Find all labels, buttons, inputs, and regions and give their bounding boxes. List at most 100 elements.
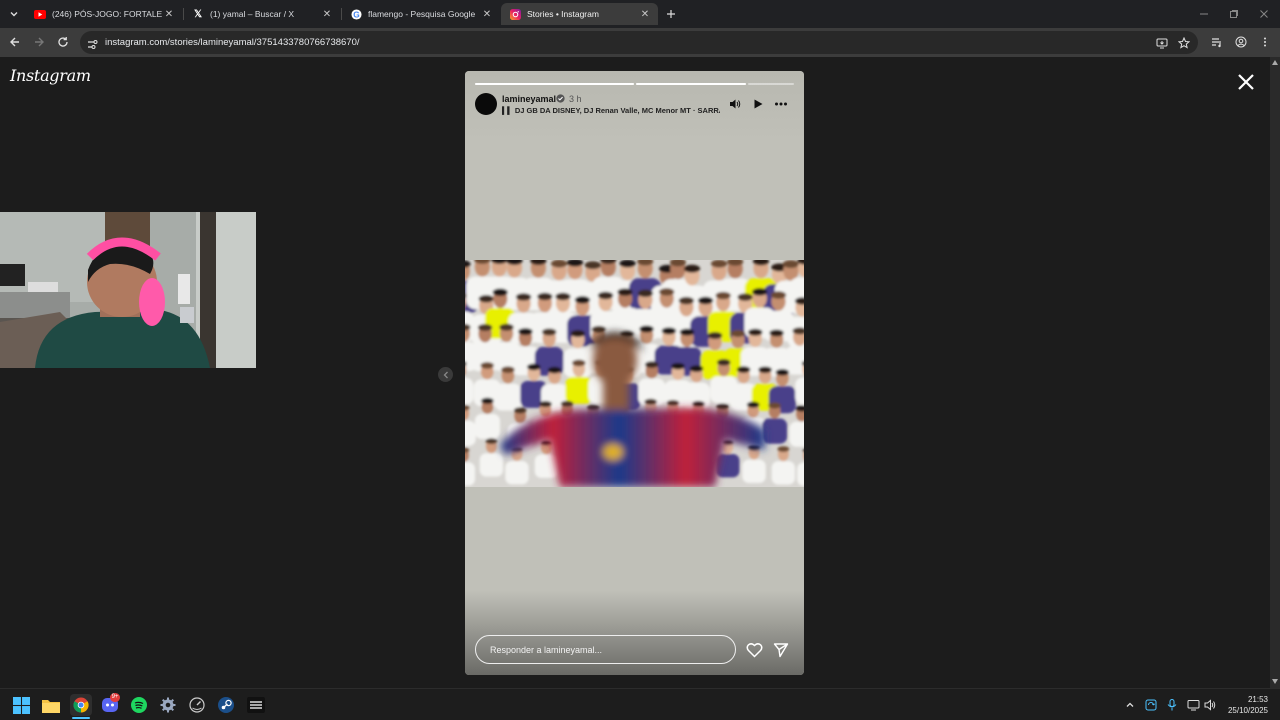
tab-strip: (246) PÓS-JOGO: FORTALEZA X ✕ 𝕏 (1) yama…: [0, 0, 1280, 28]
close-icon[interactable]: ✕: [320, 9, 334, 20]
taskbar-clock[interactable]: 21:53 25/10/2025: [1228, 694, 1268, 716]
speedometer-icon: [189, 697, 205, 713]
forward-button[interactable]: [31, 34, 47, 50]
chrome-icon: [73, 697, 89, 713]
svg-text:G: G: [353, 10, 359, 19]
instagram-logo[interactable]: Instagram: [10, 66, 91, 85]
play-icon: [754, 99, 763, 109]
page-scrollbar[interactable]: [1270, 57, 1280, 688]
app-button[interactable]: [187, 695, 207, 715]
folder-icon: [42, 699, 60, 713]
close-icon: [1260, 10, 1268, 18]
volume-tray-button[interactable]: [1200, 695, 1220, 715]
play-button[interactable]: [752, 97, 764, 115]
file-explorer-button[interactable]: [41, 695, 61, 715]
verified-badge-icon: [556, 94, 565, 103]
steam-icon: [218, 697, 234, 713]
avatar[interactable]: [475, 93, 497, 115]
windows-logo-icon: [12, 696, 30, 714]
maximize-button[interactable]: [1226, 6, 1242, 22]
close-icon: [1238, 74, 1254, 90]
chevron-up-icon: [1126, 702, 1134, 707]
browser-toolbar: instagram.com/stories/lamineyamal/375143…: [0, 28, 1280, 57]
microphone-tray-button[interactable]: [1162, 695, 1182, 715]
tab-search-button[interactable]: [6, 6, 22, 22]
spotify-button[interactable]: [129, 695, 149, 715]
reply-input[interactable]: Responder a lamineyamal...: [475, 635, 736, 664]
playlist-icon: [1212, 38, 1221, 48]
story-image: [465, 260, 804, 487]
like-button[interactable]: [746, 642, 763, 663]
story-time: 3 h: [569, 94, 582, 104]
close-window-button[interactable]: [1256, 6, 1272, 22]
share-button[interactable]: [773, 642, 789, 663]
webcam-overlay: [0, 212, 256, 368]
url-text: instagram.com/stories/lamineyamal/375143…: [105, 37, 360, 48]
reload-button[interactable]: [55, 34, 71, 50]
start-button[interactable]: [11, 695, 31, 715]
story-username[interactable]: lamineyamal: [502, 94, 556, 104]
tab-x[interactable]: 𝕏 (1) yamal – Buscar / X ✕: [184, 3, 340, 25]
close-icon[interactable]: ✕: [480, 9, 494, 20]
tab-title: flamengo - Pesquisa Google: [368, 9, 476, 19]
instagram-icon: [509, 8, 521, 20]
bookmark-star-icon[interactable]: [1177, 36, 1191, 54]
music-track-text: DJ GB DA DISNEY, DJ Renan Valle, MC Meno…: [514, 106, 720, 115]
chevron-down-icon: [10, 12, 18, 17]
media-controls-button[interactable]: [1209, 34, 1225, 50]
call-of-duty-icon: [247, 697, 265, 713]
close-icon[interactable]: ✕: [162, 9, 176, 20]
menu-button[interactable]: [1257, 34, 1273, 50]
back-button[interactable]: [7, 34, 23, 50]
notification-badge: 9+: [110, 693, 120, 702]
clock-time: 21:53: [1247, 695, 1268, 704]
more-horizontal-icon: [775, 102, 787, 106]
profile-icon: [1235, 36, 1247, 48]
story-options-button[interactable]: [774, 97, 788, 115]
story-viewer[interactable]: lamineyamal 3 h ▍▍ DJ GB DA DISNEY, DJ R…: [465, 71, 804, 675]
scroll-down-arrow-icon[interactable]: [1272, 679, 1278, 684]
gear-icon: [160, 697, 176, 713]
active-app-indicator: [72, 717, 90, 719]
tab-title: (1) yamal – Buscar / X: [210, 9, 295, 19]
call-of-duty-button[interactable]: [246, 695, 266, 715]
address-bar[interactable]: instagram.com/stories/lamineyamal/375143…: [80, 31, 1198, 54]
story-progress-bar: [636, 83, 746, 85]
google-icon: G: [350, 8, 362, 20]
volume-icon: [730, 99, 741, 109]
settings-button[interactable]: [158, 695, 178, 715]
progress-fill: [636, 83, 746, 85]
tab-instagram[interactable]: Stories • Instagram ✕: [501, 3, 658, 25]
progress-fill: [475, 83, 634, 85]
microphone-icon: [1167, 699, 1177, 711]
site-info-icon[interactable]: [87, 37, 98, 55]
reply-placeholder: Responder a lamineyamal...: [490, 645, 603, 655]
send-icon: [773, 643, 789, 658]
close-icon[interactable]: ✕: [638, 9, 652, 20]
sync-icon: [1145, 699, 1157, 711]
show-hidden-icons-button[interactable]: [1120, 695, 1140, 715]
reload-icon: [58, 37, 68, 47]
steam-button[interactable]: [216, 695, 236, 715]
streamer-video: [0, 212, 256, 368]
tab-youtube[interactable]: (246) PÓS-JOGO: FORTALEZA X ✕: [26, 3, 182, 25]
chrome-button[interactable]: [70, 694, 92, 716]
tab-google[interactable]: G flamengo - Pesquisa Google ✕: [342, 3, 500, 25]
clock-date: 25/10/2025: [1227, 706, 1268, 715]
scroll-up-arrow-icon[interactable]: [1272, 60, 1278, 65]
story-music-track[interactable]: ▍▍ DJ GB DA DISNEY, DJ Renan Valle, MC M…: [502, 106, 720, 115]
close-story-button[interactable]: [1236, 72, 1256, 92]
profile-button[interactable]: [1233, 34, 1249, 50]
network-icon: [1187, 700, 1199, 711]
install-app-icon[interactable]: [1156, 36, 1168, 54]
music-bars-icon: ▍▍: [502, 108, 513, 115]
new-tab-button[interactable]: [663, 6, 679, 22]
previous-story-button[interactable]: [438, 367, 453, 382]
sync-tray-button[interactable]: [1141, 695, 1161, 715]
minimize-button[interactable]: [1196, 6, 1212, 22]
chevron-left-icon: [443, 371, 448, 378]
arrow-right-icon: [35, 37, 44, 47]
restore-icon: [1230, 10, 1238, 18]
discord-button[interactable]: 9+: [100, 693, 120, 715]
mute-button[interactable]: [729, 97, 741, 115]
